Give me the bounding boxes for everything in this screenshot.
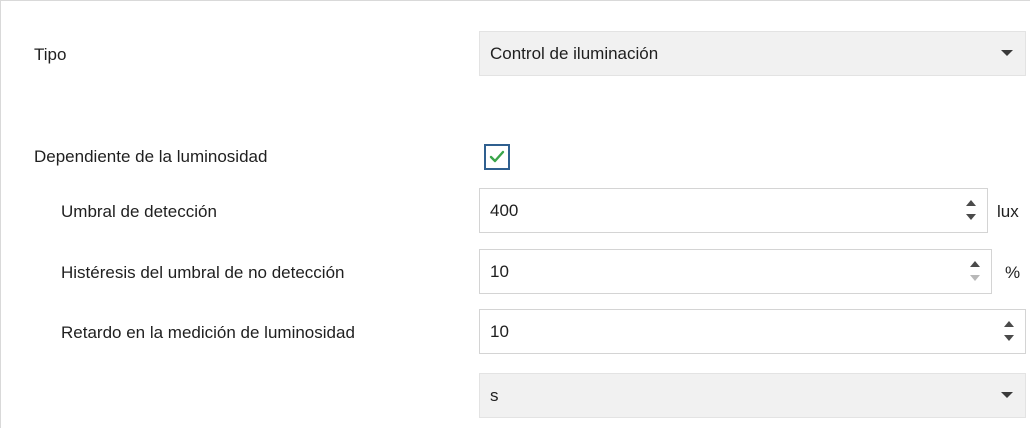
parameters-panel: Tipo Control de iluminación Dependiente … [0, 0, 1030, 428]
spinner-up-icon[interactable] [1004, 321, 1014, 327]
retardo-value: 10 [490, 322, 509, 341]
histeresis-label: Histéresis del umbral de no detección [61, 263, 345, 282]
umbral-value: 400 [490, 201, 519, 220]
umbral-label: Umbral de detección [61, 202, 217, 221]
check-icon [489, 150, 505, 163]
histeresis-value: 10 [490, 262, 509, 281]
spinner-arrows-icon[interactable] [965, 196, 977, 226]
spinner-up-icon[interactable] [970, 261, 980, 267]
spinner-down-icon[interactable] [966, 214, 976, 220]
histeresis-unit: % [1005, 263, 1021, 282]
tipo-label: Tipo [34, 45, 67, 64]
umbral-unit: lux [997, 202, 1019, 221]
retardo-unit-value: s [490, 386, 499, 405]
spinner-down-icon[interactable] [1004, 335, 1014, 341]
dependiente-label: Dependiente de la luminosidad [34, 147, 268, 166]
umbral-input[interactable]: 400 [479, 188, 988, 233]
spinner-arrows-icon[interactable] [969, 257, 981, 287]
tipo-select[interactable]: Control de iluminación [479, 31, 1026, 76]
retardo-label: Retardo en la medición de luminosidad [61, 323, 355, 342]
dependiente-checkbox[interactable] [484, 144, 510, 170]
tipo-select-value: Control de iluminación [490, 44, 659, 63]
spinner-down-icon[interactable] [970, 275, 980, 281]
chevron-down-icon [1001, 50, 1013, 56]
spinner-arrows-icon[interactable] [1003, 317, 1015, 347]
retardo-unit-select[interactable]: s [479, 373, 1026, 418]
chevron-down-icon [1001, 392, 1013, 398]
histeresis-input[interactable]: 10 [479, 249, 992, 294]
spinner-up-icon[interactable] [966, 200, 976, 206]
retardo-input[interactable]: 10 [479, 309, 1026, 354]
